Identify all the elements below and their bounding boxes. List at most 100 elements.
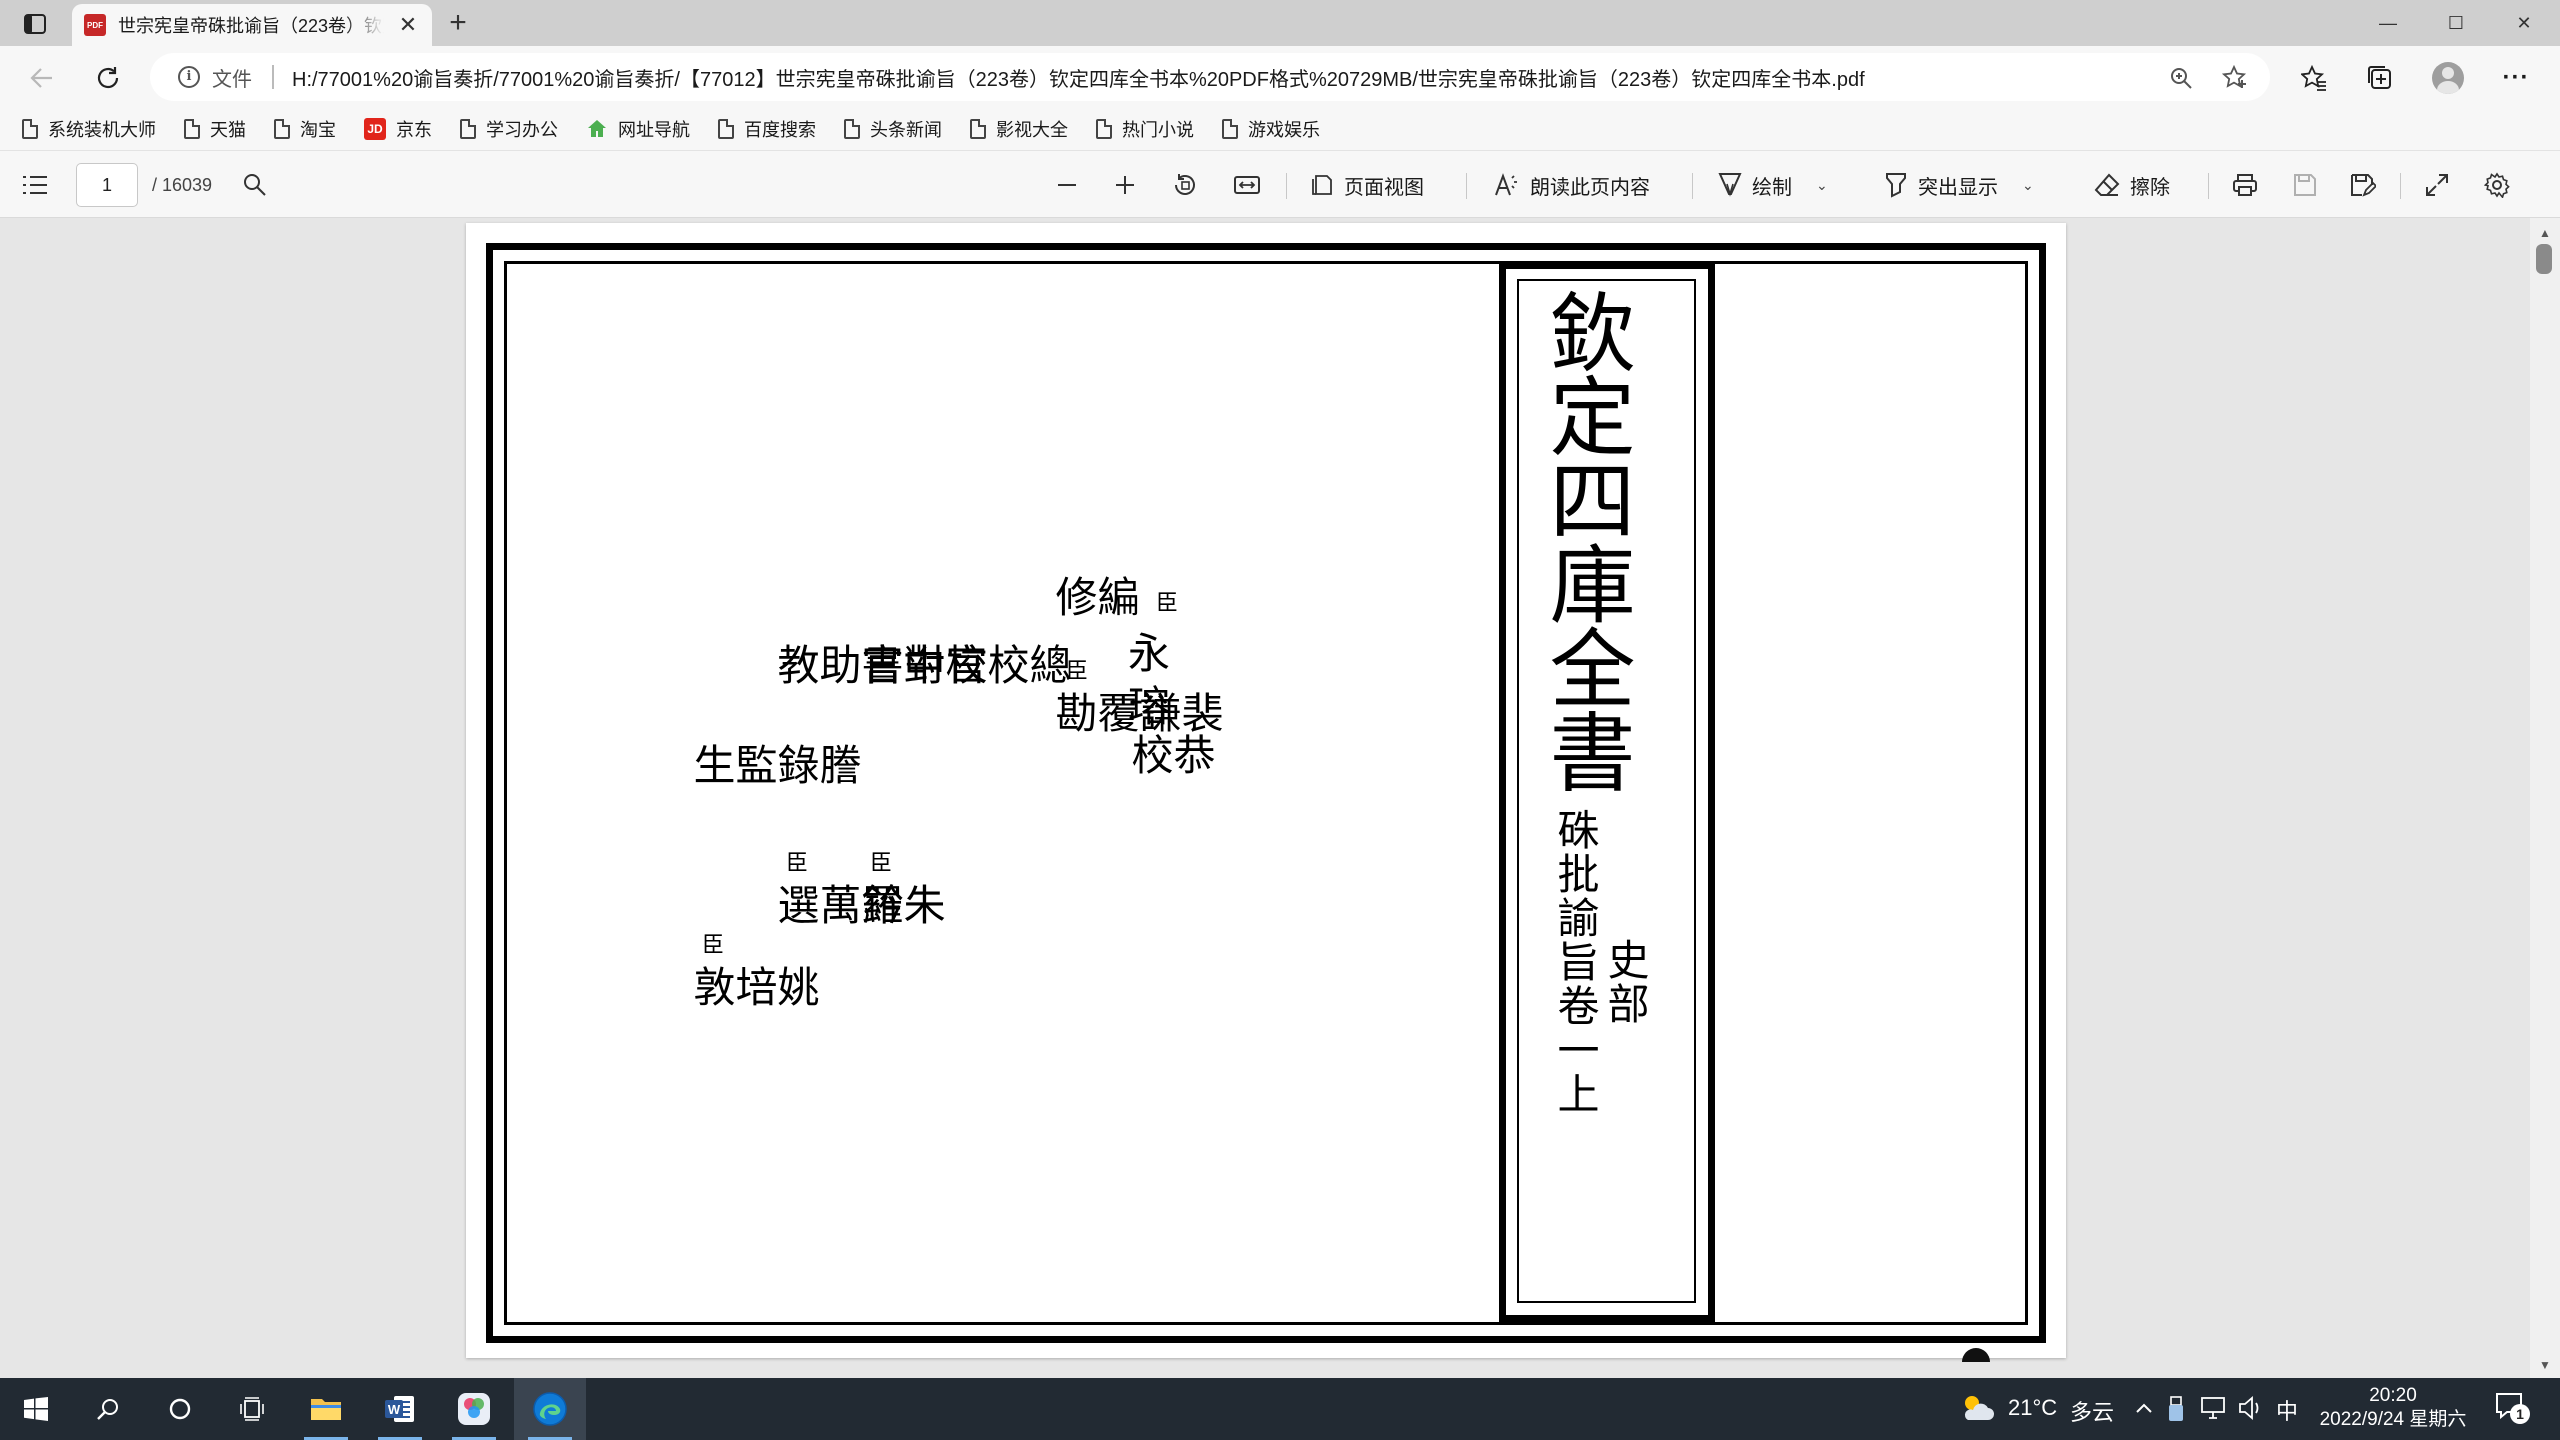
task-view-button[interactable] [216, 1378, 288, 1440]
cortana-button[interactable] [144, 1378, 216, 1440]
browser-tab-active[interactable]: PDF 世宗宪皇帝硃批谕旨（223卷）钦定四库全书本 ✕ [72, 4, 432, 46]
edge-icon [533, 1392, 567, 1426]
profile-button[interactable] [2428, 58, 2468, 98]
tab-actions-menu-icon[interactable] [18, 9, 52, 39]
scroll-up-arrow-icon[interactable]: ▲ [2539, 226, 2551, 240]
minister-prefix: 臣 [786, 851, 809, 876]
read-aloud-icon [1495, 173, 1517, 196]
collections-icon[interactable] [2360, 58, 2400, 98]
input-method-indicator[interactable]: 中 [2276, 1394, 2298, 1426]
favorite-item[interactable]: JD 京东 [364, 116, 432, 142]
settings-gear-icon[interactable] [2480, 168, 2514, 202]
file-explorer-button[interactable] [290, 1378, 362, 1440]
favorite-item[interactable]: 天猫 [184, 116, 246, 142]
favorite-item[interactable]: 影视大全 [970, 116, 1068, 142]
task-view-icon [240, 1397, 264, 1421]
network-icon[interactable] [2200, 1396, 2228, 1420]
print-icon[interactable] [2228, 168, 2262, 202]
new-tab-button[interactable]: + [440, 6, 476, 42]
svg-text:W: W [388, 1402, 401, 1417]
fit-width-icon[interactable] [1230, 168, 1264, 202]
credit-role: 恭校 [1125, 733, 1216, 775]
table-of-contents-icon[interactable] [18, 168, 52, 202]
zoom-in-icon[interactable] [1108, 168, 1142, 202]
site-info-icon[interactable]: i [178, 66, 200, 88]
favorite-item[interactable]: 热门小说 [1096, 116, 1194, 142]
toolbar-divider [2208, 173, 2209, 199]
navigation-bar: i 文件 H:/77001%20谕旨奏折/77001%20谕旨奏折/【77012… [0, 46, 2560, 108]
favorites-icon[interactable] [2294, 58, 2334, 98]
minimize-button[interactable]: — [2354, 0, 2422, 46]
pdf-toolbar: / 16039 页面视图 朗读此页内容 绘制 ⌄ 突出显示 ⌄ 擦除 [0, 150, 2560, 218]
credit-name: 姚培敦 [687, 965, 820, 1007]
erase-button[interactable]: 擦除 [2094, 165, 2170, 205]
refresh-button[interactable] [88, 58, 128, 98]
page-icon [718, 119, 734, 139]
system-clock[interactable]: 20:20 2022/9/24 星期六 [2318, 1384, 2468, 1432]
page-icon [184, 119, 200, 139]
notification-center-button[interactable]: 1 [2494, 1390, 2534, 1430]
photos-app-button[interactable] [438, 1378, 510, 1440]
credit-name: 永 [1128, 629, 1171, 678]
volume-icon[interactable] [2238, 1396, 2264, 1420]
search-icon[interactable] [238, 168, 272, 202]
favorite-item[interactable]: 百度搜索 [718, 116, 816, 142]
save-icon[interactable] [2288, 168, 2322, 202]
highlight-button[interactable]: 突出显示 ⌄ [1884, 165, 2034, 205]
pdf-file-icon: PDF [84, 14, 106, 36]
scroll-down-arrow-icon[interactable]: ▼ [2539, 1358, 2551, 1372]
favorite-item[interactable]: 系统装机大师 [22, 116, 156, 142]
page-icon [970, 119, 986, 139]
weather-temperature[interactable]: 21°C [2008, 1395, 2057, 1421]
favorite-item[interactable]: 网址导航 [586, 116, 690, 142]
chevron-down-icon[interactable]: ⌄ [1816, 177, 1828, 194]
usb-drive-icon[interactable] [2168, 1396, 2184, 1422]
fullscreen-icon[interactable] [2420, 168, 2454, 202]
zoom-icon[interactable] [2166, 63, 2196, 93]
page-view-button[interactable]: 页面视图 [1310, 165, 1424, 205]
address-bar[interactable]: i 文件 H:/77001%20谕旨奏折/77001%20谕旨奏折/【77012… [150, 53, 2270, 101]
page-border-inner [504, 261, 2028, 1325]
read-aloud-button[interactable]: 朗读此页内容 [1494, 165, 1650, 205]
add-favorite-icon[interactable] [2220, 63, 2250, 93]
tab-close-button[interactable]: ✕ [396, 12, 420, 38]
rotate-icon[interactable] [1168, 168, 1202, 202]
weather-condition[interactable]: 多云 [2070, 1395, 2114, 1427]
clock-time: 20:20 [2369, 1385, 2417, 1406]
cortana-circle-icon [169, 1398, 191, 1420]
edge-browser-button[interactable] [514, 1378, 586, 1440]
toolbar-divider [1466, 173, 1467, 199]
close-window-button[interactable]: ✕ [2490, 0, 2558, 46]
highlighter-icon [1886, 173, 1906, 198]
favorite-item[interactable]: 游戏娱乐 [1222, 116, 1320, 142]
maximize-button[interactable]: ☐ [2422, 0, 2490, 46]
word-app-button[interactable]: W [364, 1378, 436, 1440]
favorites-bar: 系统装机大师 天猫 淘宝 JD 京东 学习办公 网址导航 百度搜索 头条新闻 影视… [0, 108, 2560, 150]
credit-name: 羅萬選 [771, 883, 904, 925]
more-menu-icon[interactable]: ··· [2496, 58, 2536, 98]
page-number-input[interactable] [76, 163, 138, 207]
url-text[interactable]: H:/77001%20谕旨奏折/77001%20谕旨奏折/【77012】世宗宪皇… [292, 63, 1865, 92]
scrollbar-thumb[interactable] [2536, 244, 2552, 274]
chevron-down-icon[interactable]: ⌄ [2022, 177, 2034, 194]
url-scheme-label: 文件 [212, 68, 252, 91]
zoom-out-icon[interactable] [1050, 168, 1084, 202]
favorite-item[interactable]: 学习办公 [460, 116, 558, 142]
vertical-scrollbar[interactable] [2530, 218, 2560, 1378]
draw-button[interactable]: 绘制 ⌄ [1718, 165, 1828, 205]
favorite-item[interactable]: 淘宝 [274, 116, 336, 142]
show-hidden-icons-chevron-icon[interactable] [2134, 1398, 2154, 1418]
search-button[interactable] [72, 1378, 144, 1440]
page-icon [22, 119, 38, 139]
credit-role: 編修 [1049, 575, 1140, 617]
back-button[interactable] [22, 58, 62, 98]
favorite-item[interactable]: 头条新闻 [844, 116, 942, 142]
page-icon [460, 119, 476, 139]
weather-partly-cloudy-icon[interactable] [1960, 1392, 1994, 1424]
page-icon [274, 119, 290, 139]
save-as-icon[interactable] [2346, 168, 2380, 202]
windows-taskbar: W 21°C 多云 中 20:20 2022/9/24 星期六 1 [0, 1378, 2560, 1440]
start-button[interactable] [0, 1378, 72, 1440]
clock-date: 2022/9/24 星期六 [2319, 1409, 2467, 1430]
minister-prefix: 臣 [702, 933, 725, 958]
